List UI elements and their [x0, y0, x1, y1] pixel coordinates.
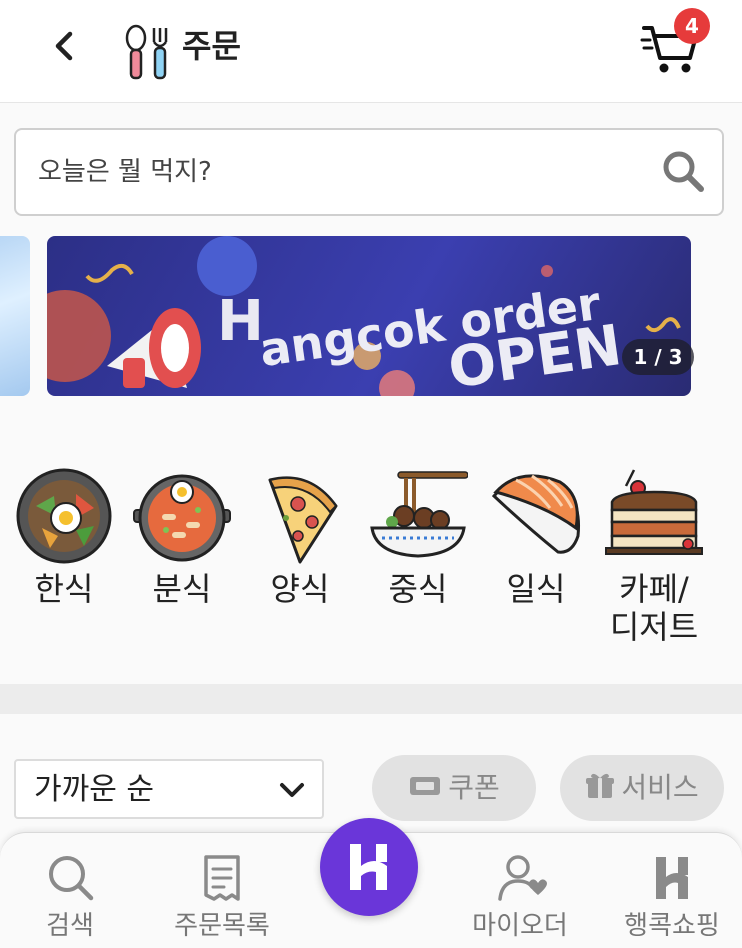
nav-label: 검색: [46, 911, 94, 941]
user-heart-icon: [498, 855, 547, 901]
banner-page-indicator: 1 / 3: [622, 339, 694, 375]
gift-icon: [586, 773, 615, 798]
chevron-left-icon: [55, 31, 73, 61]
nav-label: 주문목록: [174, 911, 270, 941]
service-filter-label: 서비스: [621, 771, 699, 804]
category-row: 한식 분식 양식 중식 일식 카페/ 디저트: [0, 466, 742, 666]
category-label: 분식: [152, 570, 212, 608]
category-western[interactable]: 양식: [248, 466, 352, 608]
nav-order-list[interactable]: 주문목록: [152, 833, 292, 948]
search-icon: [49, 856, 94, 901]
chevron-down-icon: [280, 783, 304, 797]
sort-dropdown[interactable]: 가까운 순: [14, 759, 324, 819]
search-input[interactable]: [38, 150, 638, 194]
spoon-fork-icon: [125, 24, 168, 80]
tteokbokki-pan-icon: [133, 474, 231, 562]
cart-count-badge: 4: [674, 8, 710, 44]
nav-my-order[interactable]: 마이오더: [450, 833, 590, 948]
sushi-icon: [491, 474, 581, 554]
section-divider: [0, 684, 742, 714]
category-korean[interactable]: 한식: [12, 466, 116, 608]
category-label: 중식: [388, 570, 448, 608]
coupon-filter-button[interactable]: 쿠폰: [372, 755, 536, 821]
nav-label: 행콕쇼핑: [624, 911, 720, 941]
category-chinese[interactable]: 중식: [366, 466, 470, 608]
bibimbap-icon: [16, 468, 112, 564]
service-filter-button[interactable]: 서비스: [560, 755, 724, 821]
sort-selected-value: 가까운 순: [34, 772, 154, 807]
app-header: 주문 4: [0, 0, 742, 103]
page-title: 주문: [182, 27, 241, 65]
banner-previous-slide[interactable]: [0, 236, 30, 396]
category-label: 한식: [34, 570, 94, 608]
category-cafe-dessert[interactable]: 카페/ 디저트: [602, 466, 706, 646]
noodle-bowl-icon: [370, 471, 468, 558]
cake-dessert-icon: [605, 469, 703, 555]
receipt-icon: [204, 855, 240, 901]
nav-search[interactable]: 검색: [0, 833, 140, 948]
promo-banner[interactable]: H angcok order OPEN: [47, 236, 691, 396]
hangcok-logo-icon: [350, 844, 387, 890]
ticket-icon: [410, 777, 441, 795]
hangcok-h-icon: [656, 857, 688, 899]
back-button[interactable]: [46, 26, 86, 66]
pizza-slice-icon: [268, 476, 338, 564]
category-japanese[interactable]: 일식: [484, 466, 588, 608]
nav-home-button[interactable]: [320, 818, 418, 916]
category-label: 카페/ 디저트: [609, 570, 699, 646]
nav-hangcok-shopping[interactable]: 행콕쇼핑: [602, 833, 742, 948]
search-icon[interactable]: [660, 148, 706, 194]
search-bar: [14, 128, 724, 216]
coupon-filter-label: 쿠폰: [448, 771, 500, 804]
category-label: 양식: [270, 570, 330, 608]
nav-label: 마이오더: [472, 911, 568, 941]
category-snack[interactable]: 분식: [130, 466, 234, 608]
category-label: 일식: [506, 570, 566, 608]
